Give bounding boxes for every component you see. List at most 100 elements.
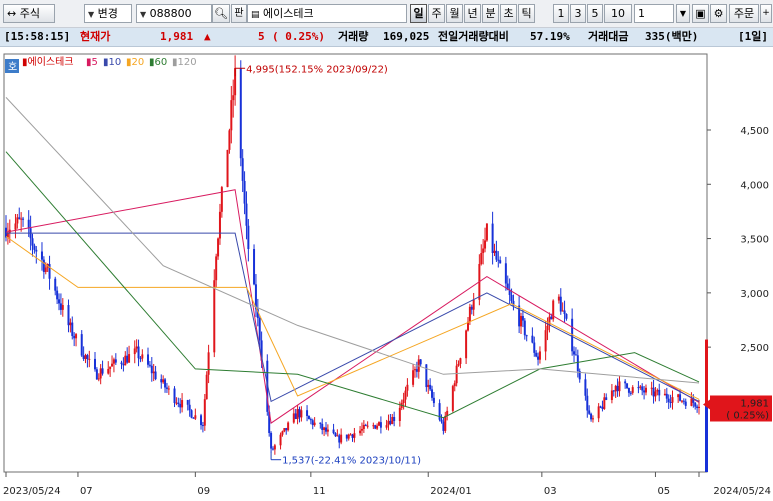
candle-body — [107, 368, 110, 374]
interval-3-button[interactable]: 3 — [570, 4, 586, 23]
candle-body — [95, 369, 98, 380]
count-input[interactable]: 1 — [634, 4, 674, 23]
candle-body — [22, 218, 25, 220]
current-price-tag-value: 1,981 — [740, 398, 769, 409]
candle-body — [82, 355, 85, 359]
candle-body — [559, 296, 562, 312]
save-button[interactable]: ▣ — [692, 4, 709, 23]
candle-body — [465, 330, 468, 359]
period-second-button[interactable]: 초 — [500, 4, 517, 23]
add-button[interactable]: + — [760, 4, 772, 23]
candle-body — [192, 417, 195, 419]
candle-body — [281, 431, 284, 435]
candle-body — [205, 374, 208, 400]
period-month-button[interactable]: 월 — [446, 4, 463, 23]
volume-label: 거래량 — [338, 30, 369, 43]
candle-body — [588, 410, 591, 414]
candle-body — [480, 253, 483, 264]
candle-body — [239, 68, 242, 159]
candle-body — [679, 394, 682, 401]
candle-body — [419, 359, 422, 365]
candle-body — [413, 369, 416, 371]
mode-select[interactable]: ▼ 변경 — [84, 4, 132, 23]
candle-body — [431, 389, 434, 398]
candle-body — [181, 400, 184, 408]
candle-body — [626, 383, 629, 389]
period-tick-button[interactable]: 틱 — [518, 4, 535, 23]
period-day-button[interactable]: 일 — [410, 4, 427, 23]
candle-body — [406, 384, 409, 391]
candle-body — [491, 223, 494, 253]
interval-10-button[interactable]: 10 — [604, 4, 632, 23]
stock-code-input[interactable]: ▼ 088800 — [136, 4, 212, 23]
candle-body — [565, 314, 568, 319]
candle-body — [167, 388, 170, 390]
candle-body — [279, 434, 282, 446]
candle-body — [457, 363, 460, 366]
candle-body — [345, 434, 348, 439]
candle-body — [658, 389, 661, 396]
x-tick-label: 2024/05/24 — [713, 486, 771, 497]
candle-body — [283, 428, 286, 432]
trade-amount-label: 거래대금 — [588, 30, 629, 43]
current-price: 1,981 — [160, 30, 194, 43]
gear-icon: ⚙ — [713, 7, 724, 20]
candle-body — [525, 335, 528, 337]
candle-body — [5, 227, 7, 238]
interval-5-button[interactable]: 5 — [587, 4, 603, 23]
candle-body — [324, 427, 327, 432]
trade-badge-button[interactable]: 판 — [231, 4, 247, 23]
candle-body — [245, 203, 248, 226]
dropdown-arrow-icon: ▼ — [140, 10, 147, 19]
candle-body — [372, 425, 375, 427]
period-minute-button[interactable]: 분 — [482, 4, 499, 23]
candle-body — [292, 413, 295, 423]
period-year-button[interactable]: 년 — [464, 4, 481, 23]
candle-body — [472, 299, 475, 310]
candle-body — [93, 358, 96, 370]
candle-body — [521, 316, 524, 321]
x-tick-label: 07 — [80, 486, 93, 497]
price-chart[interactable]: 4,500 4,000 3,500 3,000 2,500 2023/05/24 07 09… — [0, 48, 773, 501]
candle-body — [232, 95, 235, 101]
candle-body — [385, 425, 388, 428]
candle-body — [364, 424, 367, 426]
candle-body — [484, 240, 487, 249]
order-button[interactable]: 주문 — [729, 4, 759, 23]
candle-body — [285, 428, 288, 431]
candle-body — [614, 385, 617, 392]
candle-body — [58, 299, 61, 304]
interval-1-button[interactable]: 1 — [553, 4, 569, 23]
candle-body — [538, 351, 541, 360]
candle-body — [485, 223, 488, 241]
candle-body — [696, 406, 699, 408]
candle-body — [550, 316, 553, 320]
candle-body — [654, 391, 657, 397]
candle-body — [561, 310, 564, 312]
candle-body — [468, 306, 471, 322]
search-button[interactable]: 🔍︎ — [212, 4, 230, 23]
candle-body — [228, 130, 231, 150]
candle-body — [599, 406, 602, 408]
low-price-label: 1,537(-22.41% 2023/10/11) — [282, 456, 421, 467]
candle-body — [694, 402, 697, 407]
candle-body — [351, 434, 354, 438]
period-week-button[interactable]: 주 — [428, 4, 445, 23]
candle-body — [59, 303, 62, 310]
candle-body — [374, 425, 377, 429]
candle-body — [573, 351, 576, 355]
market-select[interactable]: ↔ 주식 — [3, 4, 55, 23]
save-icon: ▣ — [695, 7, 706, 20]
candle-body — [271, 448, 274, 450]
candle-body — [432, 397, 435, 404]
candle-body — [402, 399, 405, 403]
settings-button[interactable]: ⚙ — [710, 4, 727, 23]
stock-name-field[interactable]: ▤ 에이스테크 — [247, 4, 407, 23]
candle-body — [612, 390, 615, 392]
candle-body — [84, 355, 87, 359]
candle-body — [27, 219, 30, 229]
candle-body — [455, 365, 458, 384]
candle-body — [194, 415, 197, 419]
count-dropdown-button[interactable]: ▼ — [676, 4, 690, 23]
candle-body — [459, 358, 462, 364]
